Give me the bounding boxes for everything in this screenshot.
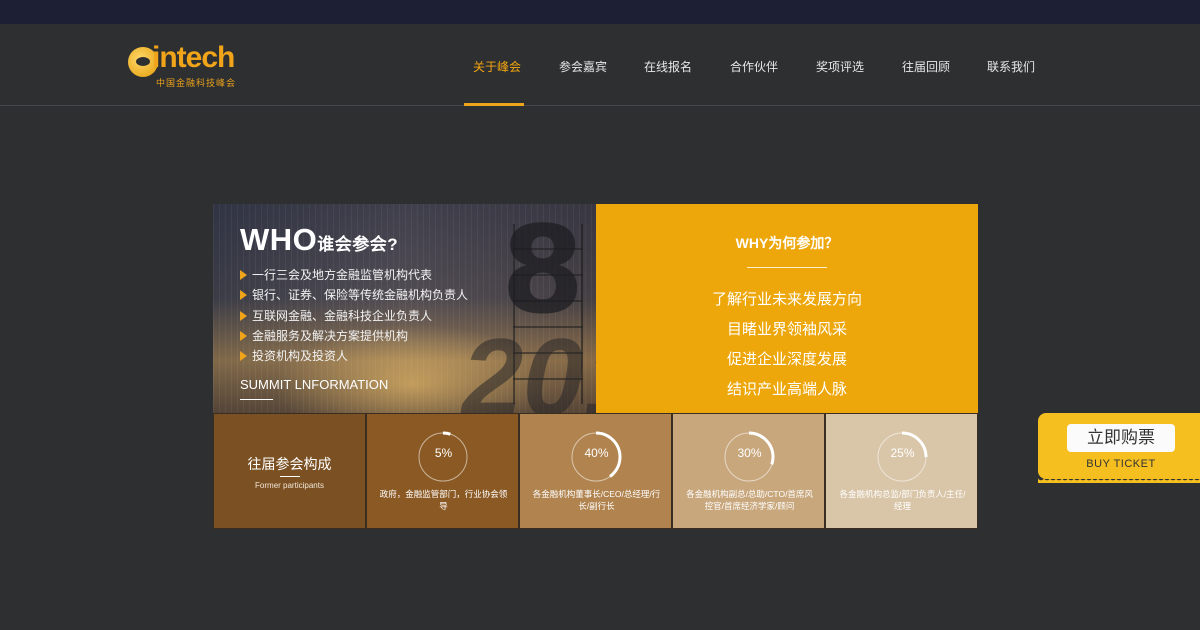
why-item: 目睹业界领袖风采 xyxy=(726,321,847,338)
stat-percent: 5% xyxy=(434,446,453,460)
composition-subtitle: Former participants xyxy=(255,481,324,490)
header: intech 中国金融科技峰会 关于峰会 参会嘉宾 在线报名 合作伙伴 奖项评选… xyxy=(0,24,1200,106)
logo-word: intech xyxy=(152,41,235,74)
who-title-en: WHO xyxy=(240,222,318,257)
who-list-item: 投资机构及投资人 xyxy=(240,346,468,366)
who-list-item: 一行三会及地方金融监管机构代表 xyxy=(240,265,468,285)
why-item: 结识产业高端人脉 xyxy=(726,381,847,398)
nav-item-contact[interactable]: 联系我们 xyxy=(987,58,1035,75)
why-item: 促进企业深度发展 xyxy=(726,351,847,368)
composition-title-cell: 往届参会构成 Former participants xyxy=(213,413,366,529)
stat-cell-government: 5% 政府，金融监管部门，行业协会领导 xyxy=(366,413,519,529)
summit-underline xyxy=(240,399,273,400)
nav-item-review[interactable]: 往届回顾 xyxy=(902,58,950,75)
who-title-cn: 谁会参会? xyxy=(317,235,399,254)
summit-information-label: SUMMIT LNFORMATION xyxy=(240,377,389,392)
bullet-triangle-icon xyxy=(240,351,247,362)
bullet-triangle-icon xyxy=(240,270,247,281)
buy-ticket-button[interactable]: 立即购票 xyxy=(1067,424,1175,452)
stat-cell-director: 25% 各金融机构总监/部门负责人/主任/经理 xyxy=(825,413,978,529)
bullet-triangle-icon xyxy=(240,331,247,342)
stat-description: 各金融机构董事长/CEO/总经理/行长/副行长 xyxy=(532,489,661,511)
top-strip xyxy=(0,0,1200,24)
nav-item-register[interactable]: 在线报名 xyxy=(644,58,692,75)
why-divider xyxy=(747,267,827,268)
nav-item-awards[interactable]: 奖项评选 xyxy=(816,58,864,75)
composition-stats: 往届参会构成 Former participants 5% 政府，金融监管部门，… xyxy=(213,413,978,529)
who-list: 一行三会及地方金融监管机构代表 银行、证券、保险等传统金融机构负责人 互联网金融… xyxy=(240,265,468,366)
why-panel: WHY为何参加？ 了解行业未来发展方向 目睹业界领袖风采 促进企业深度发展 结识… xyxy=(596,204,978,413)
logo-subtitle: 中国金融科技峰会 xyxy=(156,78,237,88)
buy-ticket-widget[interactable]: 立即购票 BUY TICKET xyxy=(1038,413,1200,483)
who-title: WHO谁会参会? xyxy=(240,222,398,258)
nav-item-partners[interactable]: 合作伙伴 xyxy=(730,58,778,75)
who-list-item: 银行、证券、保险等传统金融机构负责人 xyxy=(240,285,468,305)
nav-active-underline xyxy=(464,103,524,106)
stat-description: 政府，金融监管部门，行业协会领导 xyxy=(379,489,508,511)
composition-title: 往届参会构成 xyxy=(247,456,332,472)
nav-item-guests[interactable]: 参会嘉宾 xyxy=(559,58,607,75)
bullet-triangle-icon xyxy=(240,290,247,301)
buy-ticket-label: BUY TICKET xyxy=(1086,458,1156,470)
stat-percent: 40% xyxy=(584,446,609,460)
who-list-item: 金融服务及解决方案提供机构 xyxy=(240,326,468,346)
stat-percent: 30% xyxy=(737,446,762,460)
stat-description: 各金融机构副总/总助/CTO/首席风控官/首席经济学家/顾问 xyxy=(686,489,813,511)
who-panel: 8 201 WHO谁会参会? 一行三会及地方金融监管机构代表 银行、证券、保险等… xyxy=(213,204,596,413)
who-list-item: 互联网金融、金融科技企业负责人 xyxy=(240,306,468,326)
nav-item-about[interactable]: 关于峰会 xyxy=(473,58,521,75)
who-bg-digits: 201 xyxy=(452,316,596,413)
stat-cell-chairman: 40% 各金融机构董事长/CEO/总经理/行长/副行长 xyxy=(519,413,672,529)
stat-cell-vice-president: 30% 各金融机构副总/总助/CTO/首席风控官/首席经济学家/顾问 xyxy=(672,413,825,529)
bullet-triangle-icon xyxy=(240,310,247,321)
composition-title-divider xyxy=(280,476,300,477)
stat-percent: 25% xyxy=(890,446,915,460)
logo[interactable]: intech 中国金融科技峰会 xyxy=(128,41,248,88)
stat-description: 各金融机构总监/部门负责人/主任/经理 xyxy=(839,489,966,511)
why-item: 了解行业未来发展方向 xyxy=(711,291,862,308)
why-title: WHY为何参加？ xyxy=(735,235,839,251)
